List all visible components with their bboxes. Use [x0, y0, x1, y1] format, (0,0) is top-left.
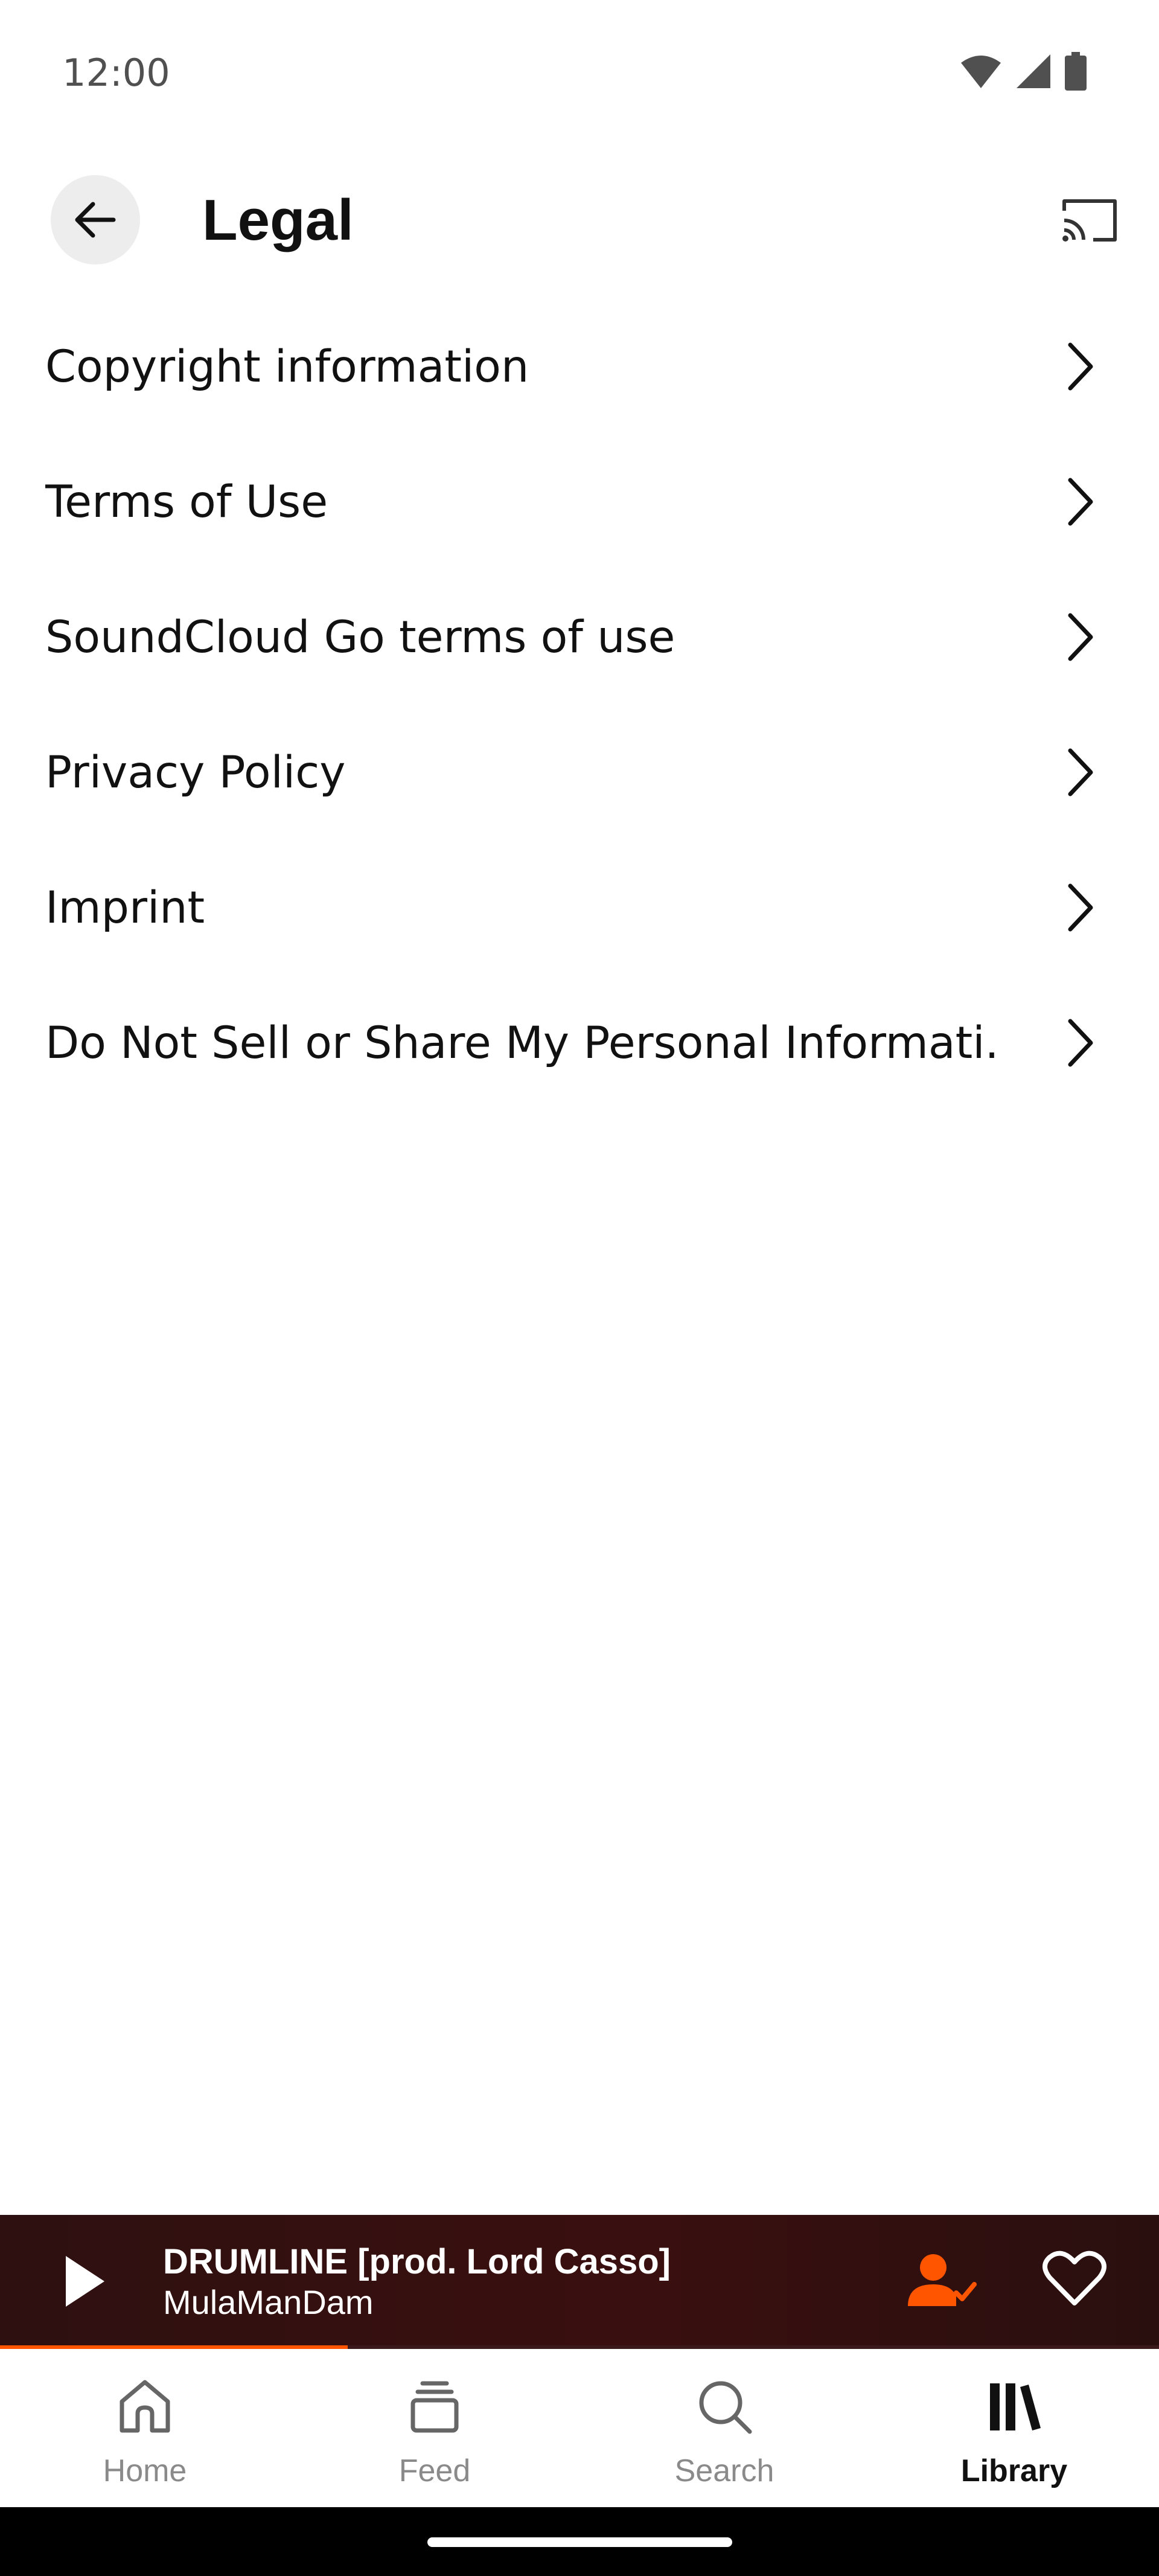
- nav-tab-label: Feed: [398, 2453, 471, 2488]
- library-icon: [981, 2373, 1047, 2440]
- home-icon: [112, 2373, 178, 2440]
- nav-tab-search[interactable]: Search: [580, 2349, 869, 2507]
- track-artist: MulaManDam: [163, 2283, 374, 2321]
- home-indicator[interactable]: [427, 2537, 732, 2547]
- chevron-right-icon: [1059, 610, 1102, 664]
- heart-outline-icon: [1042, 2251, 1106, 2305]
- search-icon: [691, 2373, 758, 2440]
- menu-item-do-not-sell[interactable]: Do Not Sell or Share My Personal Informa…: [0, 975, 1159, 1110]
- signal-icon: [1017, 54, 1050, 88]
- arrow-back-icon: [75, 202, 116, 238]
- back-button[interactable]: [51, 175, 140, 264]
- chevron-right-icon: [1059, 1016, 1102, 1070]
- menu-item-label: Privacy Policy: [45, 746, 346, 798]
- status-time: 12:00: [62, 51, 170, 95]
- chevron-right-icon: [1059, 339, 1102, 394]
- menu-item-terms-of-use[interactable]: Terms of Use: [0, 434, 1159, 569]
- cast-button[interactable]: [1056, 187, 1123, 254]
- menu-item-label: Terms of Use: [45, 476, 328, 528]
- chevron-right-icon: [1059, 475, 1102, 529]
- menu-item-privacy-policy[interactable]: Privacy Policy: [0, 705, 1159, 840]
- like-button[interactable]: [1041, 2245, 1108, 2312]
- play-icon: [66, 2256, 104, 2307]
- top-app-bar: Legal: [0, 151, 1159, 290]
- feed-icon: [401, 2373, 468, 2440]
- menu-item-label: Do Not Sell or Share My Personal Informa…: [45, 1017, 999, 1069]
- user-following-icon: [908, 2254, 977, 2306]
- nav-tab-home[interactable]: Home: [0, 2349, 290, 2507]
- gesture-navigation-bar: [0, 2507, 1159, 2576]
- bottom-navigation: Home Feed Search Library: [0, 2349, 1159, 2507]
- nav-tab-library[interactable]: Library: [869, 2349, 1159, 2507]
- legal-menu: Copyright information Terms of Use Sound…: [0, 299, 1159, 1110]
- chevron-right-icon: [1059, 880, 1102, 935]
- status-icons: [960, 52, 1087, 91]
- nav-tab-label: Home: [103, 2453, 187, 2488]
- chevron-right-icon: [1059, 745, 1102, 799]
- mini-player[interactable]: DRUMLINE [prod. Lord Casso] MulaManDam: [0, 2215, 1159, 2349]
- menu-item-go-terms[interactable]: SoundCloud Go terms of use: [0, 569, 1159, 705]
- track-title: DRUMLINE [prod. Lord Casso]: [163, 2242, 671, 2281]
- nav-tab-label: Search: [674, 2453, 774, 2488]
- cast-icon: [1062, 199, 1117, 242]
- play-button[interactable]: [57, 2250, 112, 2313]
- menu-item-label: Imprint: [45, 882, 205, 934]
- wifi-icon: [961, 56, 1001, 88]
- menu-item-copyright[interactable]: Copyright information: [0, 299, 1159, 434]
- battery-icon: [1065, 52, 1087, 91]
- menu-item-label: SoundCloud Go terms of use: [45, 611, 675, 663]
- menu-item-imprint[interactable]: Imprint: [0, 840, 1159, 975]
- nav-tab-feed[interactable]: Feed: [290, 2349, 580, 2507]
- nav-tab-label: Library: [960, 2453, 1068, 2488]
- follow-artist-button[interactable]: [905, 2248, 978, 2315]
- page-title: Legal: [202, 188, 354, 252]
- menu-item-label: Copyright information: [45, 341, 529, 392]
- status-bar: 12:00: [0, 0, 1159, 139]
